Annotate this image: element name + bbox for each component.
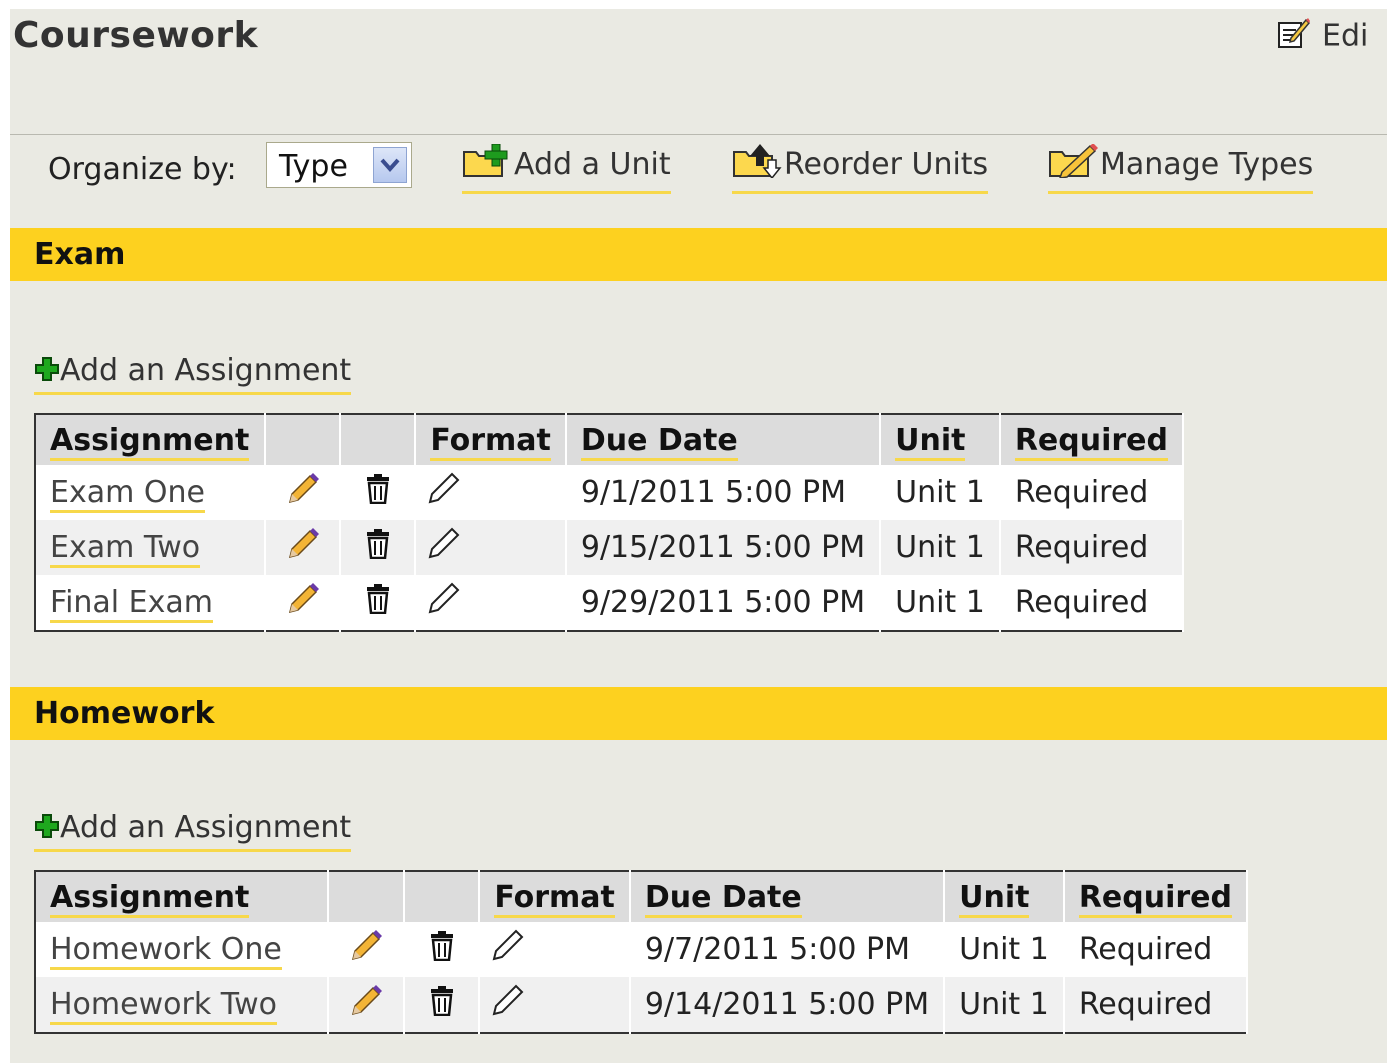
column-header-assignment[interactable]: Assignment <box>35 871 330 922</box>
pencil-icon[interactable] <box>328 977 405 1033</box>
pencil-icon[interactable] <box>264 465 342 520</box>
column-header-format[interactable]: Format <box>479 871 631 922</box>
column-header-due-date[interactable]: Due Date <box>629 871 946 922</box>
assignments-table-homework: Assignment Format Due Date Unit Required… <box>34 870 1249 1034</box>
column-header-due-date[interactable]: Due Date <box>565 414 882 465</box>
format-pencil-icon[interactable] <box>479 922 631 977</box>
table-row: Homework Two 9/14/2011 5:00 PM Unit 1 Re… <box>35 977 1249 1033</box>
column-header-delete <box>340 414 417 465</box>
assignment-link[interactable]: Homework One <box>50 932 282 970</box>
organize-by-label: Organize by: <box>48 152 237 187</box>
section-title: Homework <box>34 696 215 731</box>
table-row: Homework One 9/7/2011 5:00 PM Unit 1 Req… <box>35 922 1249 977</box>
organize-by-select[interactable]: Type <box>266 142 412 188</box>
pencil-icon[interactable] <box>264 520 342 575</box>
section-header-homework: Homework <box>10 687 1387 740</box>
chevron-down-icon[interactable] <box>373 147 407 183</box>
due-date-cell: 9/7/2011 5:00 PM <box>629 922 946 977</box>
reorder-units-label: Reorder Units <box>784 147 989 182</box>
required-cell: Required <box>1063 922 1249 977</box>
folder-add-icon <box>462 143 514 186</box>
manage-types-link[interactable]: Manage Types <box>1048 143 1314 194</box>
add-assignment-link[interactable]: Add an Assignment <box>34 810 352 852</box>
folder-reorder-icon <box>732 144 784 186</box>
edit-link[interactable]: Edi <box>1276 16 1368 58</box>
column-header-assignment[interactable]: Assignment <box>35 414 266 465</box>
header-divider <box>10 134 1387 135</box>
due-date-cell: 9/1/2011 5:00 PM <box>565 465 882 520</box>
assignment-link[interactable]: Final Exam <box>50 585 213 623</box>
trash-icon[interactable] <box>403 977 481 1033</box>
add-assignment-link[interactable]: Add an Assignment <box>34 353 352 395</box>
pencil-icon[interactable] <box>328 922 405 977</box>
column-header-unit[interactable]: Unit <box>944 871 1065 922</box>
reorder-units-link[interactable]: Reorder Units <box>732 144 989 194</box>
column-header-delete <box>403 871 481 922</box>
assignments-table-exam: Assignment Format Due Date Unit Required… <box>34 413 1185 632</box>
organize-by-value: Type <box>279 149 348 184</box>
table-row: Exam Two 9/15/2011 5:00 PM Unit 1 Requir… <box>35 520 1185 575</box>
toolbar: Organize by: Type Add a Unit Reorder Uni… <box>10 142 1387 202</box>
coursework-page: Coursework Edi Organize by: Type Add a U… <box>10 9 1387 1063</box>
add-unit-link[interactable]: Add a Unit <box>462 143 671 194</box>
unit-cell: Unit 1 <box>880 465 1001 520</box>
format-pencil-icon[interactable] <box>479 977 631 1033</box>
unit-cell: Unit 1 <box>880 575 1001 631</box>
add-assignment-label: Add an Assignment <box>60 353 352 388</box>
column-header-format[interactable]: Format <box>415 414 567 465</box>
edit-label: Edi <box>1322 18 1369 54</box>
unit-cell: Unit 1 <box>880 520 1001 575</box>
required-cell: Required <box>1063 977 1249 1033</box>
column-header-edit <box>328 871 405 922</box>
unit-cell: Unit 1 <box>944 922 1065 977</box>
trash-icon[interactable] <box>340 520 417 575</box>
section-header-exam: Exam <box>10 228 1387 281</box>
required-cell: Required <box>999 465 1185 520</box>
assignment-link[interactable]: Homework Two <box>50 987 277 1025</box>
column-header-edit <box>264 414 342 465</box>
format-pencil-icon[interactable] <box>415 465 567 520</box>
green-plus-icon <box>34 355 60 390</box>
green-plus-icon <box>34 812 60 847</box>
trash-icon[interactable] <box>340 465 417 520</box>
table-row: Final Exam 9/29/2011 5:00 PM Unit 1 Requ… <box>35 575 1185 631</box>
add-unit-label: Add a Unit <box>514 147 671 182</box>
column-header-unit[interactable]: Unit <box>880 414 1001 465</box>
assignment-link[interactable]: Exam Two <box>50 530 201 568</box>
manage-types-icon <box>1048 143 1100 186</box>
column-header-required[interactable]: Required <box>1063 871 1249 922</box>
unit-cell: Unit 1 <box>944 977 1065 1033</box>
required-cell: Required <box>999 520 1185 575</box>
trash-icon[interactable] <box>403 922 481 977</box>
section-title: Exam <box>34 237 126 272</box>
manage-types-label: Manage Types <box>1100 147 1314 182</box>
due-date-cell: 9/29/2011 5:00 PM <box>565 575 882 631</box>
due-date-cell: 9/15/2011 5:00 PM <box>565 520 882 575</box>
edit-page-icon <box>1276 16 1311 58</box>
pencil-icon[interactable] <box>264 575 342 631</box>
format-pencil-icon[interactable] <box>415 575 567 631</box>
assignment-link[interactable]: Exam One <box>50 475 205 513</box>
page-title: Coursework <box>13 15 259 56</box>
trash-icon[interactable] <box>340 575 417 631</box>
format-pencil-icon[interactable] <box>415 520 567 575</box>
column-header-required[interactable]: Required <box>999 414 1185 465</box>
required-cell: Required <box>999 575 1185 631</box>
due-date-cell: 9/14/2011 5:00 PM <box>629 977 946 1033</box>
add-assignment-label: Add an Assignment <box>60 810 352 845</box>
table-row: Exam One 9/1/2011 5:00 PM Unit 1 Require… <box>35 465 1185 520</box>
